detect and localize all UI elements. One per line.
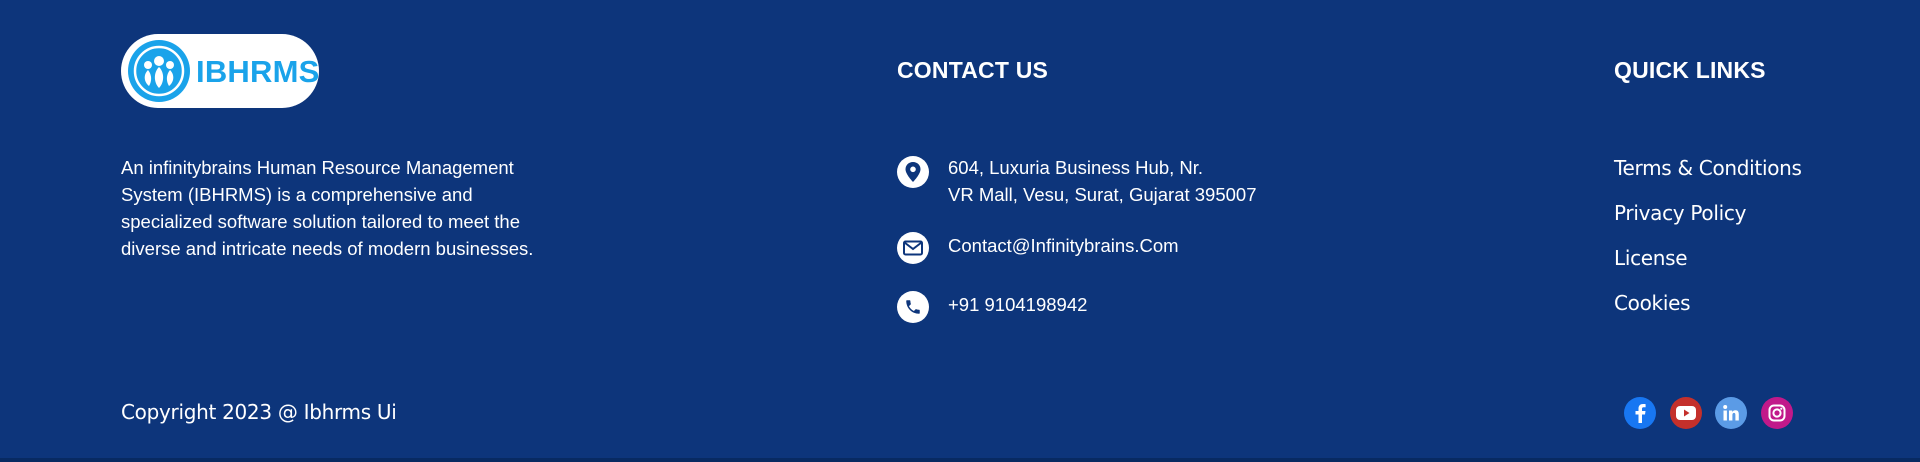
address-line-2: VR Mall, Vesu, Surat, Gujarat 395007 xyxy=(948,184,1257,205)
terms-conditions-link[interactable]: Terms & Conditions xyxy=(1614,156,1802,180)
site-footer: IBHRMS An infinitybrains Human Resource … xyxy=(0,0,1920,462)
contact-email[interactable]: Contact@Infinitybrains.Com xyxy=(897,232,1179,264)
phone-number[interactable]: +91 9104198942 xyxy=(948,291,1087,318)
brand-name: IBHRMS xyxy=(196,53,320,89)
about-description: An infinitybrains Human Resource Managem… xyxy=(121,157,534,259)
contact-phone[interactable]: +91 9104198942 xyxy=(897,291,1087,323)
people-logo-icon xyxy=(128,40,190,102)
copyright-text: Copyright 2023 @ Ibhrms Ui xyxy=(121,400,397,424)
facebook-icon[interactable] xyxy=(1624,397,1656,429)
footer-bottom-border xyxy=(0,458,1920,462)
linkedin-icon[interactable] xyxy=(1715,397,1747,429)
email-link[interactable]: Contact@Infinitybrains.Com xyxy=(948,232,1179,259)
address-line-1: 604, Luxuria Business Hub, Nr. xyxy=(948,157,1204,178)
brand-logo[interactable]: IBHRMS xyxy=(121,34,319,108)
youtube-icon[interactable] xyxy=(1670,397,1702,429)
quick-links-heading: QUICK LINKS xyxy=(1614,57,1766,83)
privacy-policy-link[interactable]: Privacy Policy xyxy=(1614,201,1746,225)
cookies-link[interactable]: Cookies xyxy=(1614,291,1691,315)
instagram-icon[interactable] xyxy=(1761,397,1793,429)
contact-address: 604, Luxuria Business Hub, Nr. VR Mall, … xyxy=(897,154,1257,208)
license-link[interactable]: License xyxy=(1614,246,1688,270)
phone-icon xyxy=(897,291,929,323)
contact-heading: CONTACT US xyxy=(897,57,1049,83)
mail-icon xyxy=(897,232,929,264)
location-pin-icon xyxy=(897,156,929,188)
